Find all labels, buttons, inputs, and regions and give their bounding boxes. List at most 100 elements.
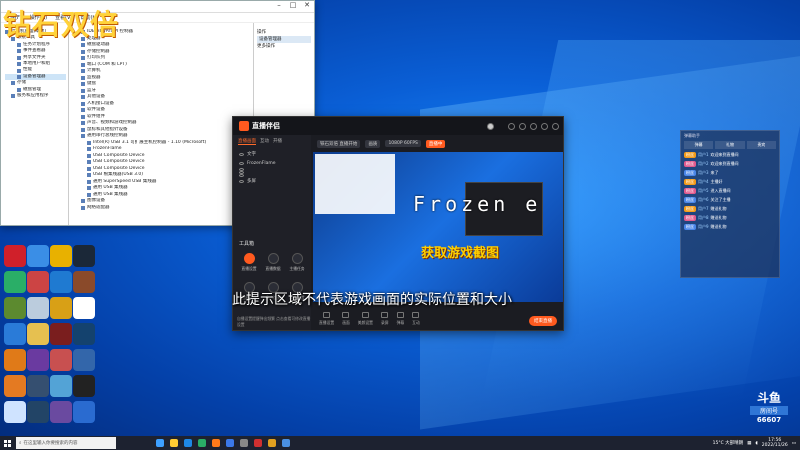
eye-icon[interactable] [239, 180, 244, 183]
control-button[interactable]: 直播设置 [319, 312, 334, 326]
tree-item[interactable]: 服务和应用程序 [5, 93, 66, 99]
network-icon[interactable]: ▦ [747, 441, 751, 446]
taskbar-app-icon[interactable] [170, 439, 178, 447]
chat-tab[interactable]: 弹幕 [684, 141, 714, 149]
desktop-icon[interactable] [4, 401, 26, 423]
desktop-icon[interactable] [27, 323, 49, 345]
device-list-pane[interactable]: IDE ATA/ATAPI 控制器 处理器 磁盘驱动器 存储控制器 打印队列 端口 (CO… [71, 23, 253, 225]
eye-icon[interactable] [239, 174, 244, 177]
taskbar-app-icon[interactable] [240, 439, 248, 447]
desktop-icon[interactable] [27, 401, 49, 423]
chat-username[interactable]: 用户2 [698, 161, 709, 167]
desktop-icon[interactable] [50, 271, 72, 293]
control-button[interactable]: 互动 [412, 312, 420, 326]
control-button[interactable]: 弹幕 [397, 312, 404, 326]
desktop-icon[interactable] [73, 401, 95, 423]
preview-window [315, 154, 395, 214]
desktop-icon[interactable] [73, 297, 95, 319]
taskbar-app-icon[interactable] [198, 439, 206, 447]
tab-0[interactable]: 直播画面 [238, 138, 256, 145]
desktop-icon[interactable] [50, 349, 72, 371]
taskbar-app-icon[interactable] [226, 439, 234, 447]
notification-icon[interactable]: ▭ [792, 441, 796, 446]
tab-1[interactable]: 互动 [260, 138, 269, 145]
preview-chip[interactable]: 直播中 [425, 139, 446, 148]
desktop-icon[interactable] [73, 245, 95, 267]
desktop-icon[interactable] [27, 349, 49, 371]
maximize-icon[interactable] [541, 122, 548, 130]
desktop-icon[interactable] [4, 271, 26, 293]
preview-chip[interactable]: 画质 [365, 139, 381, 148]
control-button[interactable]: 画面 [342, 312, 350, 326]
chat-tab[interactable]: 贵宾 [746, 141, 776, 149]
desktop-icon[interactable] [73, 271, 95, 293]
taskbar-app-icon[interactable] [156, 439, 164, 447]
desktop-icon[interactable] [27, 375, 49, 397]
search-box[interactable]: ⌕ 在这里输入你要搜索的内容 [16, 437, 116, 449]
clock[interactable]: 17:56 2022/11/26 [762, 438, 788, 448]
eye-icon[interactable] [239, 153, 244, 156]
preview-chip[interactable]: 铁石双倍 直播开始 [317, 139, 361, 148]
chat-username[interactable]: 用户1 [698, 152, 709, 158]
desktop-icon[interactable] [27, 245, 49, 267]
desktop-icon[interactable] [73, 375, 95, 397]
desktop-icon[interactable] [73, 349, 95, 371]
desktop-icon[interactable] [4, 375, 26, 397]
chat-tab[interactable]: 礼物 [715, 141, 745, 149]
chat-username[interactable]: 用户7 [698, 206, 709, 212]
start-button[interactable] [0, 436, 14, 450]
desktop-icon[interactable] [50, 323, 72, 345]
tree-pane[interactable]: 计算机管理(本地) 系统工具 任务计划程序 事件查看器 共享文件夹 本地用户和组 性能 设备管… [1, 23, 69, 225]
control-button[interactable]: 美颜设置 [358, 312, 373, 326]
taskbar-app-icon[interactable] [212, 439, 220, 447]
tab-2[interactable]: 开播 [273, 138, 282, 145]
desktop-icon[interactable] [73, 323, 95, 345]
chat-overlay[interactable]: 弹幕助手 弹幕 礼物 贵宾 粉丝 用户1 欢迎来到直播间 粉丝 用户2 欢迎来到直播间 粉丝 用户… [680, 130, 780, 278]
desktop-icon[interactable] [27, 297, 49, 319]
chat-username[interactable]: 用户3 [698, 170, 709, 176]
bottom-note[interactable]: 自播设置提醒弹出频繁 点击查看可修改直播设置 [237, 316, 311, 328]
control-button[interactable]: 录屏 [381, 312, 389, 326]
taskbar-app-icon[interactable] [282, 439, 290, 447]
avatar[interactable] [487, 122, 494, 130]
volume-icon[interactable]: ◖ [755, 441, 757, 446]
taskbar-app-icon[interactable] [184, 439, 192, 447]
desktop-icon[interactable] [50, 375, 72, 397]
close-button[interactable]: ✕ [300, 1, 314, 12]
eye-icon[interactable] [239, 162, 244, 165]
preview-chip[interactable]: 1080P 60FPS [385, 140, 421, 147]
subtitle-caption: 此提示区域不代表游戏画面的实际位置和大小 [232, 292, 512, 308]
chat-username[interactable]: 用户6 [698, 197, 709, 203]
desktop-icon[interactable] [4, 245, 26, 267]
tree-item[interactable]: 网络适配器 [75, 205, 251, 212]
preview-area[interactable]: Frozen e 获取游戏截图 [313, 152, 563, 302]
weather-text[interactable]: 15°C 大部晴朗 [713, 440, 744, 446]
taskbar-app-icon[interactable] [268, 439, 276, 447]
message-icon[interactable] [519, 122, 526, 130]
desktop-icon[interactable] [27, 271, 49, 293]
scene-item[interactable]: FrozenFlame [239, 159, 305, 168]
desktop-icon[interactable] [4, 297, 26, 319]
settings-icon[interactable] [508, 122, 515, 130]
desktop-icon[interactable] [50, 401, 72, 423]
end-live-button[interactable]: 结束直播 [529, 316, 557, 326]
minimize-icon[interactable] [530, 122, 537, 130]
minimize-button[interactable]: – [272, 1, 286, 12]
scene-item[interactable]: 文字 [239, 150, 305, 159]
desktop-icon[interactable] [4, 349, 26, 371]
maximize-button[interactable]: □ [286, 1, 300, 12]
tool-item[interactable]: 主播任务 [285, 253, 309, 272]
chat-username[interactable]: 用户5 [698, 188, 709, 194]
desktop-icon[interactable] [4, 323, 26, 345]
chat-username[interactable]: 用户9 [698, 224, 709, 230]
taskbar-app-icon[interactable] [254, 439, 262, 447]
tool-item[interactable]: 直播数据 [261, 253, 285, 272]
scene-item[interactable]: 多屏 [239, 177, 305, 186]
desktop-icon[interactable] [50, 245, 72, 267]
chat-username[interactable]: 用户4 [698, 179, 709, 185]
more-actions-link[interactable]: 更多操作 [257, 43, 311, 50]
desktop-icon[interactable] [50, 297, 72, 319]
close-icon[interactable] [552, 122, 559, 130]
tool-item[interactable]: 直播设置 [237, 253, 261, 272]
chat-username[interactable]: 用户8 [698, 215, 709, 221]
